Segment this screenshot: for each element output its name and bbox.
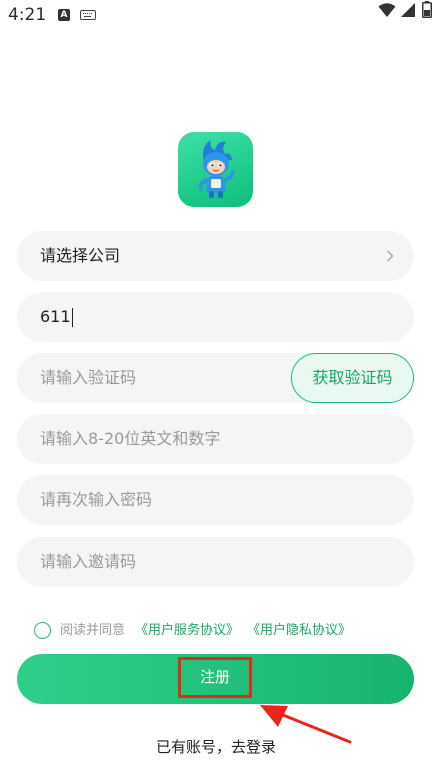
keyboard-icon	[80, 10, 96, 20]
password-confirm-input[interactable]: 请再次输入密码	[17, 475, 414, 525]
status-time: 4:21	[8, 5, 47, 25]
service-agreement-link[interactable]: 《用户服务协议》	[135, 620, 239, 642]
status-bar: 4:21 A	[0, 0, 432, 32]
text-caret	[71, 308, 73, 327]
a-icon: A	[58, 9, 70, 21]
app-logo	[178, 132, 253, 207]
password-input[interactable]: 请输入8-20位英文和数字	[17, 414, 414, 464]
password-confirm-placeholder: 请再次输入密码	[40, 490, 153, 509]
signal-icon	[401, 3, 415, 17]
phone-input-value: 611	[40, 307, 71, 326]
chevron-right-icon	[386, 250, 394, 262]
company-select-label: 请选择公司	[40, 246, 121, 265]
invite-code-input[interactable]: 请输入邀请码	[17, 537, 414, 587]
mascot-icon	[198, 140, 235, 198]
verify-code-placeholder: 请输入验证码	[40, 368, 137, 387]
company-select[interactable]: 请选择公司	[17, 231, 414, 281]
get-code-button[interactable]: 获取验证码	[291, 353, 414, 403]
privacy-agreement-link[interactable]: 《用户隐私协议》	[247, 620, 351, 642]
password-placeholder: 请输入8-20位英文和数字	[40, 429, 221, 448]
wifi-icon	[378, 3, 396, 17]
register-button-label: 注册	[178, 657, 252, 698]
agreement-checkbox[interactable]	[34, 622, 51, 639]
phone-input[interactable]: 611	[17, 292, 414, 342]
agreement-text: 阅读并同意	[60, 623, 126, 638]
battery-icon	[422, 1, 432, 18]
invite-code-placeholder: 请输入邀请码	[40, 552, 137, 571]
login-link[interactable]: 已有账号，去登录	[0, 736, 432, 758]
